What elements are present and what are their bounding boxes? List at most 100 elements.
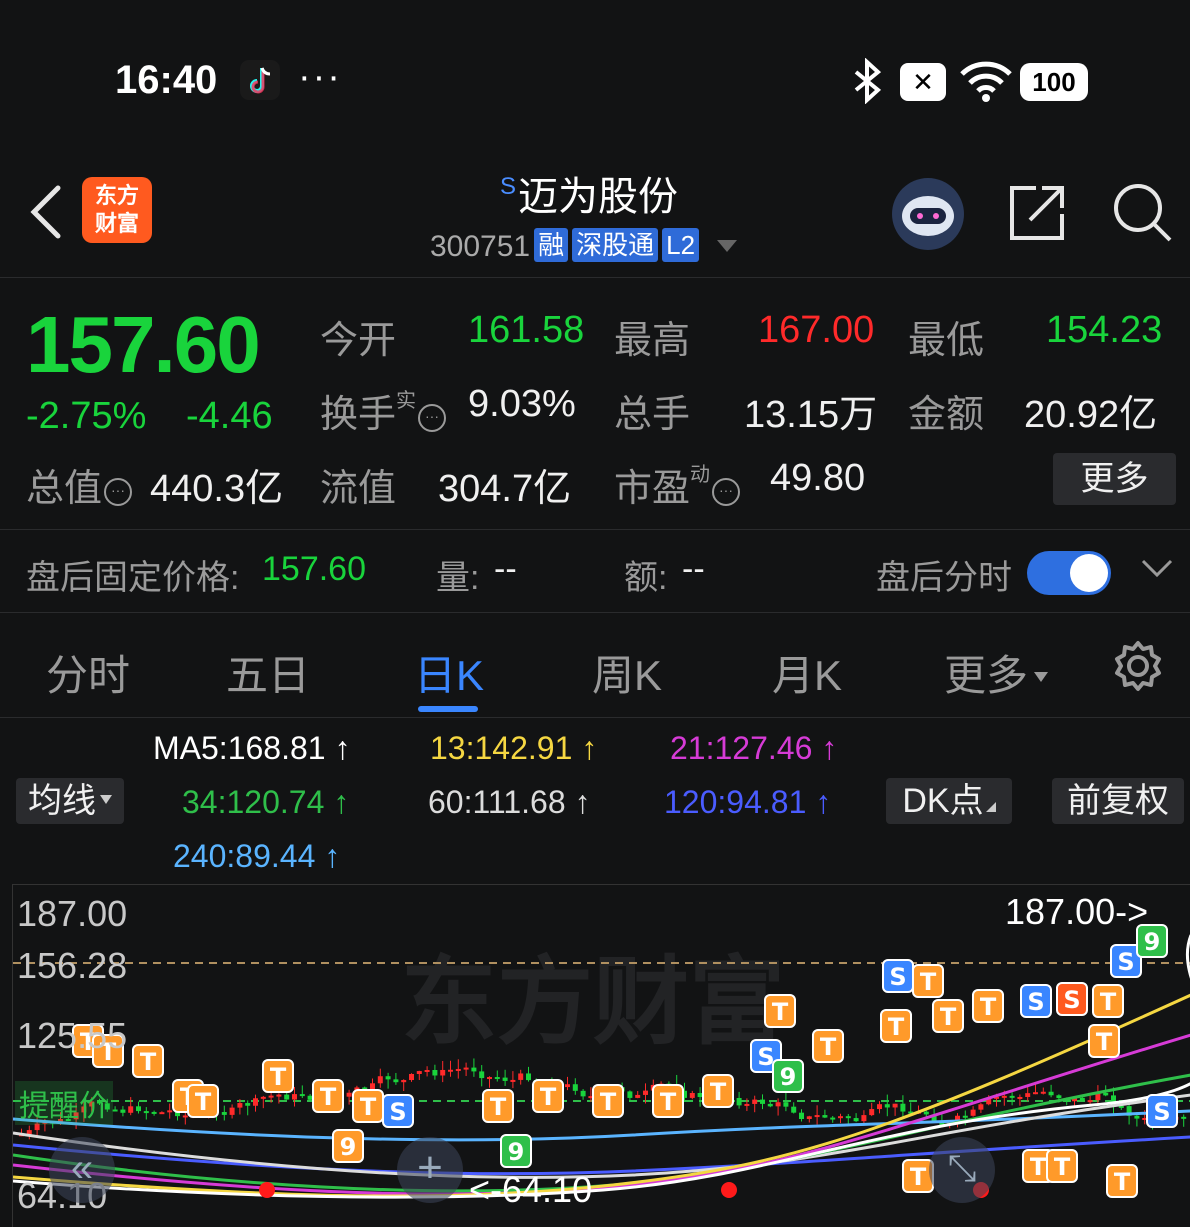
logo-line-1: 东方 [94,183,139,208]
after-hours-toggle[interactable] [1027,551,1111,595]
ma5-legend: MA5:168.81 ↑ [153,730,350,767]
candle-body [494,1077,500,1080]
signal-badge-text: T [540,1083,557,1111]
signal-badge-text: 9 [508,1138,525,1166]
low-marker: <-64.10 [469,1169,593,1210]
candle-body [744,1103,750,1106]
candle-body [1056,1095,1062,1099]
candle-body [978,1104,984,1110]
tab-monthly-k[interactable]: 月K [772,642,842,703]
tab-five-day[interactable]: 五日 [226,642,310,703]
pe-label[interactable]: 市盈动··· [614,457,741,512]
candle-body [760,1099,765,1104]
candle-body [229,1107,235,1115]
candle-body [526,1073,531,1081]
high-label: 最高 [614,320,691,362]
candle-body [487,1077,492,1080]
app-logo[interactable]: 东方 财富 [82,177,152,243]
ma13-legend: 13:142.91 ↑ [430,730,597,767]
candle-body [822,1115,828,1118]
tab-weekly-k[interactable]: 周K [592,642,662,703]
back-button[interactable] [22,180,72,240]
no-sim-icon: ✕ [900,63,946,101]
stock-name: 迈为股份 [518,175,679,219]
signal-badge-text: T [888,1013,905,1041]
candle-body [370,1083,375,1089]
signal-badge-text: T [1100,988,1117,1016]
volume-label: 总手 [614,394,691,436]
turnover-label[interactable]: 换手实··· [320,383,447,438]
gear-icon[interactable] [1112,640,1164,697]
caret-down-icon [100,795,112,804]
float-label: 流值 [320,468,397,510]
chevron-down-icon[interactable] [1140,556,1174,585]
period-tabs: 分时 五日 日K 周K 月K 更多 [0,614,1190,718]
candle-body [1087,1100,1093,1103]
more-quote-button[interactable]: 更多 [1053,453,1176,505]
fullscreen-icon[interactable]: ⤡ [929,1137,995,1203]
candle-body [284,1094,290,1100]
candle-body [276,1094,282,1097]
candle-body [565,1084,570,1088]
candle-body [292,1094,297,1100]
last-price: 157.60 [26,300,261,389]
candle-body [299,1094,305,1097]
search-icon[interactable] [1110,180,1174,249]
signal-badge-text: T [910,1163,927,1191]
share-icon[interactable] [1006,182,1068,249]
candle-body [518,1073,524,1080]
signal-badge-text: T [320,1083,337,1111]
signal-badge-text: T [772,998,789,1026]
candle-body [736,1097,742,1106]
ma34-value: 34:120.74 [182,784,325,820]
candle-body [128,1106,134,1113]
candle-body [1181,1116,1187,1119]
zoom-in-icon[interactable]: + [397,1137,463,1203]
dk-point-button[interactable]: DK点 [886,778,1012,824]
logo-line-2: 财富 [94,211,139,236]
indicator-select[interactable]: 均线 [16,778,124,824]
tab-intraday[interactable]: 分时 [46,642,130,703]
signal-badge-text: T [1096,1028,1113,1056]
float-value: 304.7亿 [438,468,572,510]
indicator-select-label: 均线 [28,782,96,820]
candle-body [892,1103,898,1108]
ma240-value: 240:89.44 [173,838,316,874]
after-hours-toggle-label: 盘后分时 [876,559,1012,597]
signal-badge-text: S [1063,986,1080,1014]
price-adjust-button[interactable]: 前复权 [1052,778,1184,824]
candle-body [401,1080,407,1083]
tab-more[interactable]: 更多 [944,642,1049,703]
stock-code-row[interactable]: 300751 融深股通 L2 [430,228,738,264]
stock-header: 东方 财富 S迈为股份 300751 融深股通 L2 [0,150,1190,278]
candle-body [814,1115,820,1118]
robot-assistant-icon[interactable] [892,178,964,250]
candle-body [463,1067,469,1070]
signal-badge-text: S [389,1098,406,1126]
stock-code: 300751 [430,230,531,263]
mktcap-label[interactable]: 总值 ··· [26,457,133,512]
up-arrow-icon: ↑ [333,784,350,820]
signal-badge-text: S [1027,988,1044,1016]
candle-body [643,1090,648,1095]
candle-body [268,1095,274,1098]
candle-body [237,1103,243,1108]
candle-body [1025,1093,1031,1097]
scroll-left-icon[interactable]: « [49,1137,115,1203]
kline-chart[interactable]: 东方财富 TTTTTTTTS9TT9TTTS9TTSTTTTSSTTS9STTT… [12,884,1190,1227]
signal-badge-text: T [940,1003,957,1031]
info-icon: ··· [418,404,447,432]
candle-body [697,1093,703,1098]
signal-badge-text: 9 [780,1063,797,1091]
kline-svg: 东方财富 TTTTTTTTS9TT9TTTS9TTSTTTTSSTTS9STTT… [13,924,1190,1199]
tab-daily-k[interactable]: 日K [414,642,484,703]
signal-badge-text: T [980,993,997,1021]
candle-body [861,1115,867,1122]
candle-body [580,1090,586,1097]
reminder-price-label[interactable]: 提醒价 [15,1081,113,1125]
ma60-legend: 60:111.68 ↑ [428,784,591,821]
signal-badge-text: T [710,1078,727,1106]
ma120-value: 120:94.81 [664,784,807,820]
candle-body [159,1112,165,1115]
candle-body [510,1079,516,1082]
